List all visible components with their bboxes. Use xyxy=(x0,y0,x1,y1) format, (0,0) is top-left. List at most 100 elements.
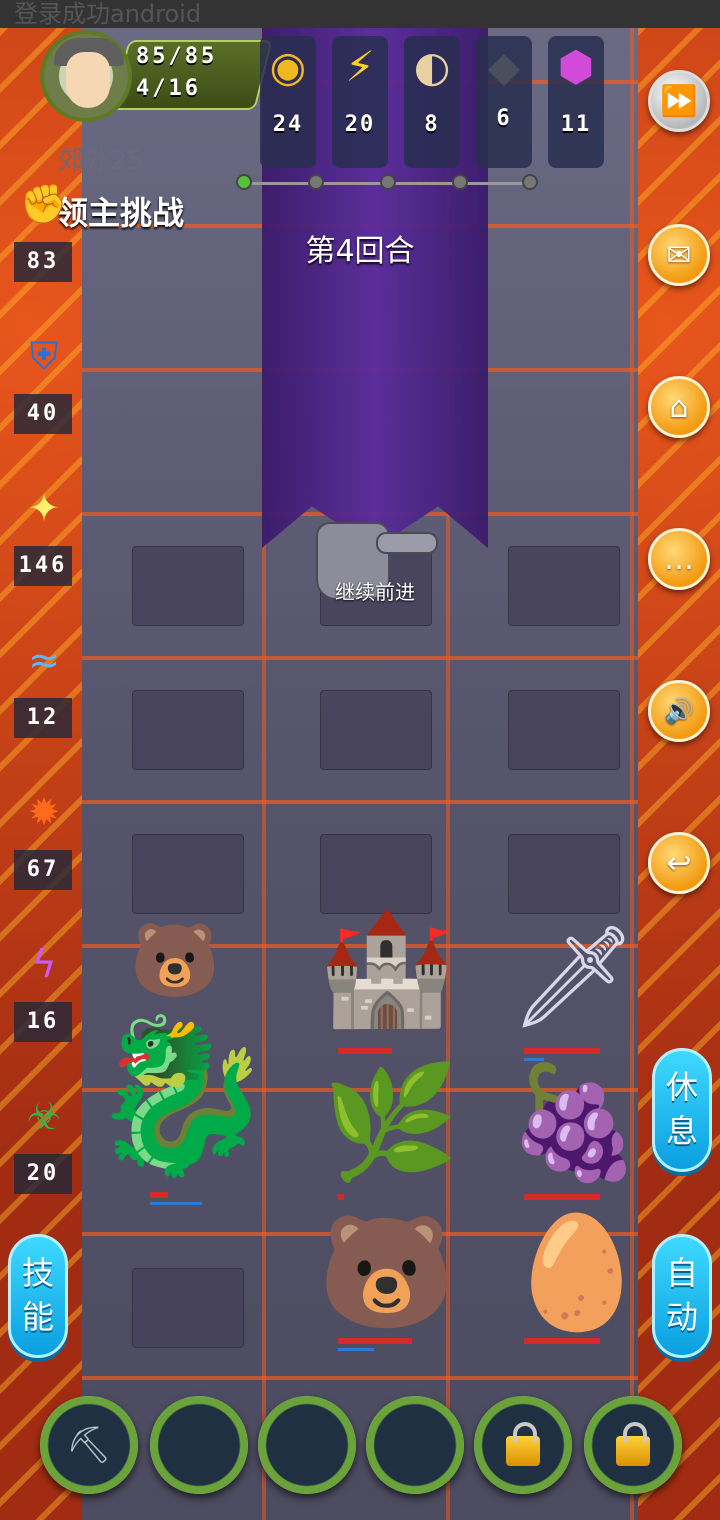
auto-button[interactable]: 自动 xyxy=(652,1234,712,1358)
resource-crystal: ⬢ 11 xyxy=(548,36,604,168)
grid-tile[interactable] xyxy=(132,1268,244,1348)
lightning-rune-icon: ϟ xyxy=(31,942,57,986)
resource-value: 20 xyxy=(344,112,376,137)
item-slot-1[interactable]: ⛏ xyxy=(40,1396,138,1494)
resource-iron: ◆ 6 xyxy=(476,36,532,168)
resource-value: 24 xyxy=(272,112,304,137)
lightning-icon: ⚡ xyxy=(345,41,375,91)
item-slot-3[interactable] xyxy=(258,1396,356,1494)
grape-unit[interactable]: 🍇 xyxy=(506,1058,643,1187)
sound-button[interactable]: 🔊 xyxy=(648,680,710,742)
toast-text: 登录成功android xyxy=(14,0,202,28)
return-icon: ↩ xyxy=(666,845,692,881)
resource-lightning: ⚡ 20 xyxy=(332,36,388,168)
continue-label[interactable]: 继续前进 xyxy=(300,576,450,605)
game-screen: 85/85 4/16 ◉ 24 ⚡ 20 ◐ 8 ◆ 6 ⬢ 11 郊外25 领… xyxy=(0,28,720,1520)
hero-unit[interactable]: 🗡 xyxy=(510,918,637,1036)
chow-bear-unit[interactable]: 🐻 xyxy=(318,1208,455,1337)
resource-gold: ◉ 24 xyxy=(260,36,316,168)
skill-fist[interactable]: ✊ 83 xyxy=(14,178,74,288)
skill-count: 12 xyxy=(14,698,72,738)
egg-unit[interactable]: 🥚 xyxy=(508,1208,645,1337)
item-slot-5[interactable] xyxy=(474,1396,572,1494)
resource-value: 11 xyxy=(560,112,592,137)
hp-value: 85/85 xyxy=(136,44,218,69)
player-avatar[interactable] xyxy=(40,30,132,122)
round-label: 第4回合 xyxy=(305,234,415,269)
grid-tile[interactable] xyxy=(320,690,432,770)
dragon-unit[interactable]: 🐉 xyxy=(88,1008,275,1184)
chat-button[interactable]: … xyxy=(648,528,710,590)
grid-tile[interactable] xyxy=(132,690,244,770)
hero-hp-bar xyxy=(524,1048,600,1054)
chow-bear-unit[interactable]: 🐻 xyxy=(130,918,220,1003)
skill-count: 16 xyxy=(14,1002,72,1042)
grape-hp-bar xyxy=(524,1194,600,1200)
home-button[interactable]: ⌂ xyxy=(648,376,710,438)
fire-burst-icon: ✹ xyxy=(28,790,60,834)
round-dot xyxy=(452,174,468,190)
iron-ore-icon: ◆ xyxy=(487,41,521,91)
resource-dumpling: ◐ 8 xyxy=(404,36,460,168)
energy-value: 4/16 xyxy=(136,76,201,101)
resource-value: 8 xyxy=(424,112,440,137)
plant-hp-bar xyxy=(338,1194,344,1200)
rest-button[interactable]: 休息 xyxy=(652,1048,712,1172)
round-dot xyxy=(522,174,538,190)
skill-fire[interactable]: ✹ 67 xyxy=(14,786,74,896)
poison-icon: ☣ xyxy=(26,1094,62,1138)
item-slot-4[interactable] xyxy=(366,1396,464,1494)
fast-forward-button[interactable]: ⏩ xyxy=(648,70,710,132)
auto-label: 自动 xyxy=(666,1254,699,1336)
dragon-hp-bar xyxy=(150,1192,168,1198)
skill-count: 20 xyxy=(14,1154,72,1194)
hoe-icon: ⛏ xyxy=(66,1425,112,1466)
tower-hp-bar xyxy=(338,1048,392,1054)
lock-icon xyxy=(506,1422,540,1466)
skill-button[interactable]: 技能 xyxy=(8,1234,68,1358)
stage-name: 郊外25 xyxy=(58,146,144,176)
grid-tile[interactable] xyxy=(320,834,432,914)
grid-tile[interactable] xyxy=(508,834,620,914)
skill-label: 技能 xyxy=(22,1254,55,1336)
skill-lightning[interactable]: ϟ 16 xyxy=(14,938,74,1048)
grid-tile[interactable] xyxy=(508,690,620,770)
hand-finger xyxy=(376,532,438,554)
skill-count: 83 xyxy=(14,242,72,282)
dragon-mp-bar xyxy=(150,1202,202,1205)
shield-icon: ⛨ xyxy=(29,333,59,378)
gold-coin-icon: ◉ xyxy=(269,41,307,91)
face-icon xyxy=(66,52,110,108)
grid-tile[interactable] xyxy=(132,546,244,626)
chat-icon: … xyxy=(664,541,694,577)
item-slot-2[interactable] xyxy=(150,1396,248,1494)
lock-icon xyxy=(616,1422,650,1466)
grid-tile[interactable] xyxy=(132,834,244,914)
home-icon: ⌂ xyxy=(669,389,689,425)
bear-hp-bar xyxy=(338,1338,412,1344)
return-button[interactable]: ↩ xyxy=(648,832,710,894)
fast-forward-icon: ⏩ xyxy=(660,83,698,119)
bear-mp-bar xyxy=(338,1348,374,1351)
rest-label: 休息 xyxy=(666,1068,699,1150)
grid-tile[interactable] xyxy=(508,546,620,626)
mail-button[interactable]: ✉ xyxy=(648,224,710,286)
skill-count: 40 xyxy=(14,394,72,434)
skill-water[interactable]: ≈ 12 xyxy=(14,634,74,744)
egg-hp-bar xyxy=(524,1338,600,1344)
crystal-gem-icon: ⬢ xyxy=(557,41,595,91)
skill-shield[interactable]: ⛨ 40 xyxy=(14,330,74,440)
speaker-icon: 🔊 xyxy=(664,697,694,725)
round-dot xyxy=(380,174,396,190)
round-dot xyxy=(236,174,252,190)
status-bar: 登录成功android xyxy=(0,0,720,28)
skill-holy-light[interactable]: ✦ 146 xyxy=(14,482,74,592)
skill-count: 67 xyxy=(14,850,72,890)
dumpling-icon: ◐ xyxy=(413,41,451,91)
holy-light-icon: ✦ xyxy=(28,486,60,530)
skill-count: 146 xyxy=(14,546,72,586)
item-slot-6[interactable] xyxy=(584,1396,682,1494)
tower-unit[interactable]: 🏰 xyxy=(318,904,455,1033)
plant-unit[interactable]: 🌿 xyxy=(322,1058,459,1187)
skill-poison[interactable]: ☣ 20 xyxy=(14,1090,74,1200)
